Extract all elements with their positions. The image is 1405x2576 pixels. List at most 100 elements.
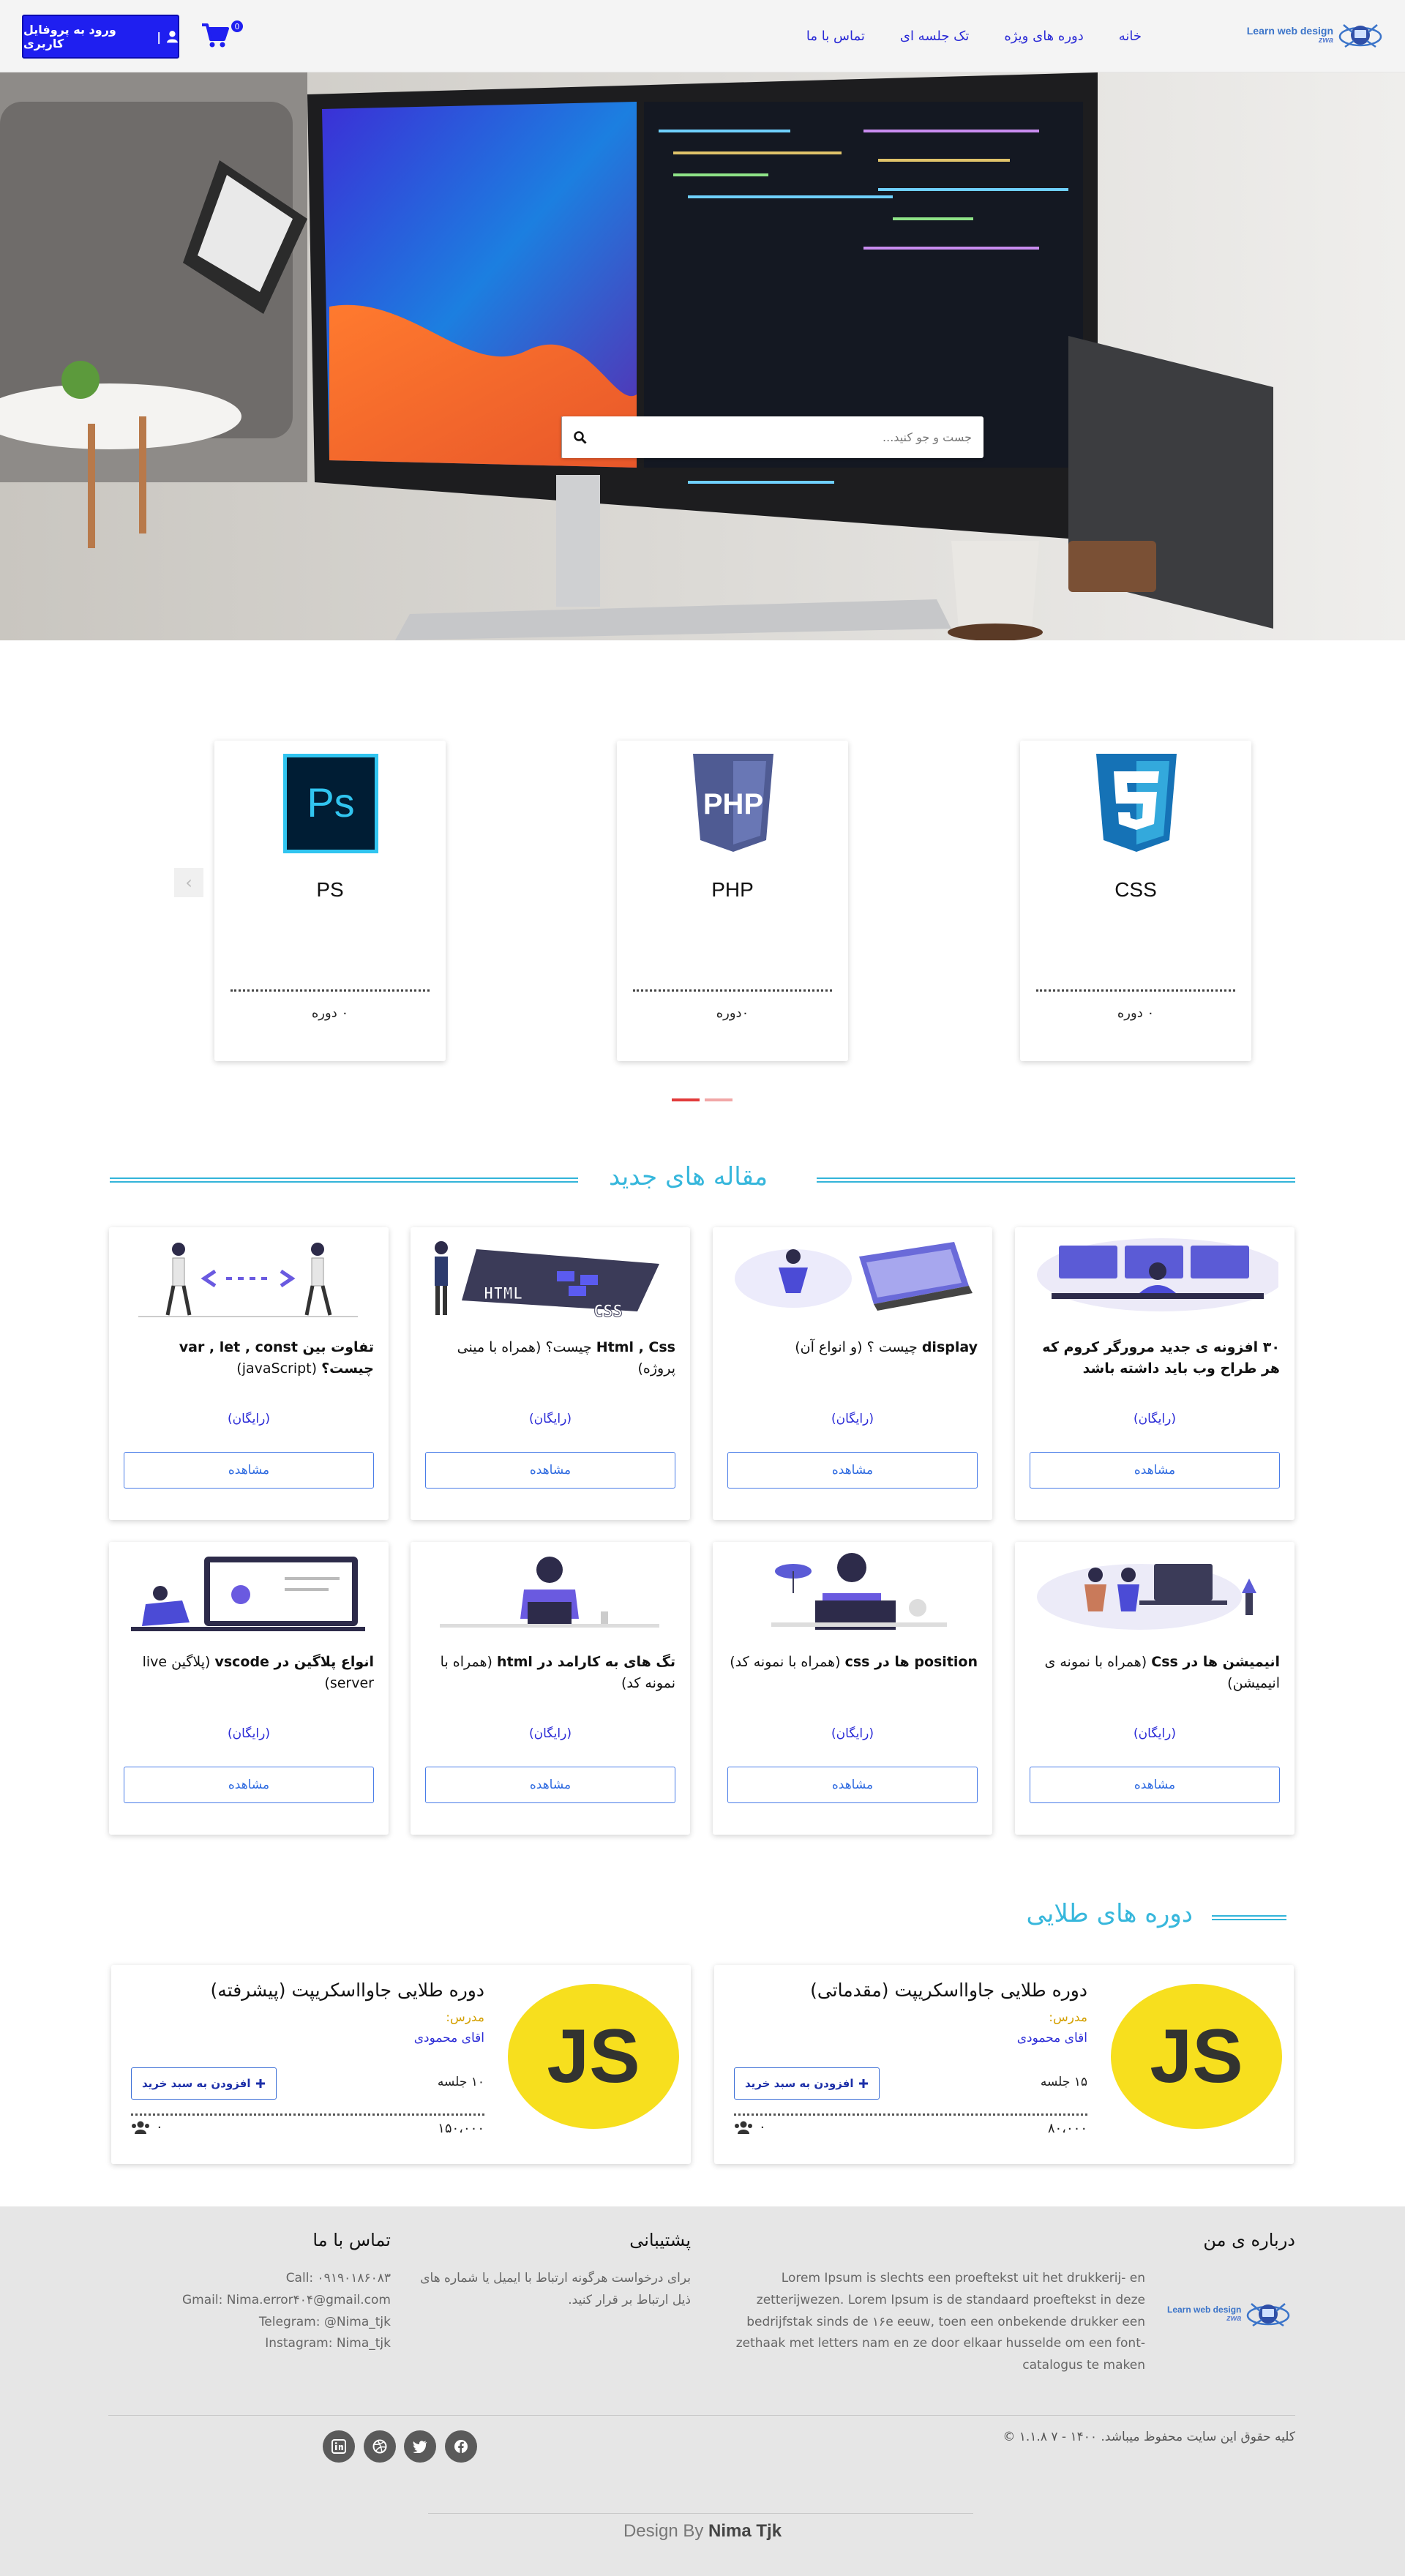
article-view-button[interactable]: مشاهده — [425, 1767, 675, 1803]
add-to-cart-button[interactable]: افزودن به سبد خرید — [131, 2067, 277, 2100]
carousel-prev-button[interactable]: ‹ — [174, 868, 203, 897]
users-icon — [735, 2121, 752, 2134]
design-credit: Design By Nima Tjk — [0, 2521, 1405, 2542]
article-title-bold: ۳۰ افزونه ی جدید مرورگر کروم که هر طراح … — [1042, 1339, 1280, 1377]
js-logo-icon: JS — [1111, 1984, 1282, 2129]
article-title-rest: (همراه با نمونه کد) — [730, 1654, 845, 1670]
facebook-icon — [454, 2440, 468, 2453]
nav-special-courses[interactable]: دوره های ویژه — [1004, 29, 1083, 44]
navbar: Learn web design zwa خانه دوره های ویژه … — [0, 0, 1405, 72]
svg-text:PHP: PHP — [703, 788, 763, 820]
logo-icon — [1247, 2303, 1290, 2327]
contact-call[interactable]: Call: ۰۹۱۹۰۱۸۶۰۸۳ — [157, 2268, 391, 2290]
article-card: ۳۰ افزونه ی جدید مرورگر کروم که هر طراح … — [1015, 1227, 1295, 1520]
article-view-button[interactable]: مشاهده — [1030, 1767, 1280, 1803]
section-line-left — [110, 1177, 578, 1183]
article-view-button[interactable]: مشاهده — [124, 1767, 374, 1803]
logo-text: Learn web design zwa — [1247, 26, 1333, 45]
article-free-label: (رایگان) — [1134, 1726, 1176, 1741]
footer-about-text: Lorem Ipsum is slechts een proeftekst ui… — [735, 2271, 1145, 2373]
footer-about-title: درباره ی من — [1203, 2230, 1295, 2250]
main-nav: خانه دوره های ویژه تک جلسه ای تماس با ما — [806, 0, 1142, 72]
cart-icon — [202, 23, 229, 48]
article-illustration — [440, 1557, 659, 1628]
divider — [1036, 989, 1235, 992]
carousel-dot[interactable] — [705, 1098, 733, 1101]
gold-course-card: JS دوره طلایی جاوااسکریپت (مقدماتی) مدرس… — [714, 1965, 1294, 2164]
article-view-button[interactable]: مشاهده — [124, 1452, 374, 1489]
nav-single-session[interactable]: تک جلسه ای — [900, 29, 969, 44]
article-title-bold: position ها در css — [844, 1654, 978, 1670]
category-count: ۰ دوره — [1117, 1006, 1155, 1021]
footer-support-text: برای درخواست هرگونه ارتباط با ایمیل یا ش… — [420, 2271, 691, 2307]
article-title: position ها در css (همراه با نمونه کد) — [727, 1652, 978, 1673]
cart-button[interactable] — [201, 20, 230, 50]
separator: | — [157, 29, 162, 44]
category-card-php[interactable]: PHP PHP ۰دوره — [617, 741, 848, 1061]
dribbble-link[interactable] — [364, 2430, 396, 2463]
article-free-label: (رایگان) — [228, 1412, 270, 1426]
linkedin-icon — [331, 2439, 346, 2454]
article-free-label: (رایگان) — [228, 1726, 270, 1741]
site-logo[interactable]: Learn web design zwa — [1207, 16, 1383, 54]
footer-logo[interactable]: Learn web design zwa — [1167, 2291, 1295, 2337]
article-title: Html , Css چیست؟ (همراه با مینی پروژه) — [425, 1337, 675, 1380]
login-label: ورود به پروفایل کاربری — [23, 23, 116, 50]
article-illustration — [1037, 1238, 1278, 1311]
gold-course-title[interactable]: دوره طلایی جاوااسکریپت (مقدماتی) — [810, 1980, 1087, 2001]
article-free-label: (رایگان) — [529, 1726, 572, 1741]
article-view-button[interactable]: مشاهده — [425, 1452, 675, 1489]
search-icon — [573, 430, 587, 444]
footer-contact-list: Call: ۰۹۱۹۰۱۸۶۰۸۳ Gmail: Nima.error۴۰۴@g… — [157, 2268, 391, 2355]
js-logo-text: JS — [1150, 2014, 1243, 2099]
footer-divider-bottom — [428, 2513, 973, 2514]
category-card-css[interactable]: CSS ۰ دوره — [1020, 741, 1251, 1061]
contact-gmail[interactable]: Gmail: Nima.error۴۰۴@gmail.com — [157, 2290, 391, 2312]
facebook-link[interactable] — [445, 2430, 477, 2463]
search-input[interactable] — [598, 416, 984, 458]
design-credit-prefix: Design By — [623, 2521, 709, 2541]
svg-text:Ps: Ps — [307, 779, 354, 825]
article-illustration: HTML CSS — [435, 1241, 659, 1322]
category-count: ۰دوره — [716, 1006, 749, 1021]
search-button[interactable] — [561, 416, 598, 458]
add-to-cart-button[interactable]: افزودن به سبد خرید — [734, 2067, 880, 2100]
nav-home[interactable]: خانه — [1119, 29, 1142, 44]
category-card-ps[interactable]: Ps PS ۰ دوره — [214, 741, 446, 1061]
login-profile-button[interactable]: ورود به پروفایل کاربری | — [22, 15, 179, 59]
logo-line2: zwa — [1318, 35, 1333, 45]
article-free-label: (رایگان) — [831, 1726, 874, 1741]
article-illustration — [131, 1557, 365, 1631]
article-free-label: (رایگان) — [1134, 1412, 1176, 1426]
footer-divider — [108, 2415, 1295, 2416]
gold-section-title: دوره های طلایی — [1026, 1899, 1193, 1928]
dribbble-icon — [372, 2439, 387, 2454]
student-count: ۰ — [131, 2119, 163, 2135]
copyright-text: کلیه حقوق این سایت محفوظ میباشد. ۱۴۰۰ - … — [1003, 2430, 1295, 2444]
article-title-rest: (javaScript) — [236, 1360, 322, 1377]
contact-telegram[interactable]: Telegram: @Nima_tjk — [157, 2312, 391, 2334]
session-count: ۱۰ جلسه — [437, 2075, 484, 2089]
articles-section-title: مقاله های جدید — [609, 1162, 768, 1191]
article-view-button[interactable]: مشاهده — [1030, 1452, 1280, 1489]
teacher-label: مدرس: — [446, 2010, 484, 2025]
hero-image — [0, 72, 1405, 640]
article-illustration — [735, 1242, 973, 1311]
linkedin-link[interactable] — [323, 2430, 355, 2463]
article-card: انواع پلاگین در vscode (پلاگین live serv… — [109, 1542, 389, 1835]
footer: درباره ی من Learn web design zwa Lorem I… — [0, 2206, 1405, 2576]
search-bar — [561, 416, 984, 458]
contact-instagram[interactable]: Instagram: Nima_tjk — [157, 2333, 391, 2355]
carousel-dot-active[interactable] — [672, 1098, 700, 1101]
article-view-button[interactable]: مشاهده — [727, 1452, 978, 1489]
svg-text:CSS: CSS — [593, 1303, 623, 1321]
article-title: انیمیشن ها در Css (همراه با نمونه ی انیم… — [1030, 1652, 1280, 1695]
article-view-button[interactable]: مشاهده — [727, 1767, 978, 1803]
footer-contact-title: تماس با ما — [312, 2230, 391, 2250]
ps-icon: Ps — [283, 754, 378, 853]
article-title-bold: display — [921, 1339, 978, 1355]
gold-course-title[interactable]: دوره طلایی جاوااسکریپت (پیشرفته) — [211, 1980, 484, 2001]
cart-count-badge: 0 — [231, 20, 243, 32]
twitter-link[interactable] — [404, 2430, 436, 2463]
nav-contact[interactable]: تماس با ما — [806, 29, 865, 44]
